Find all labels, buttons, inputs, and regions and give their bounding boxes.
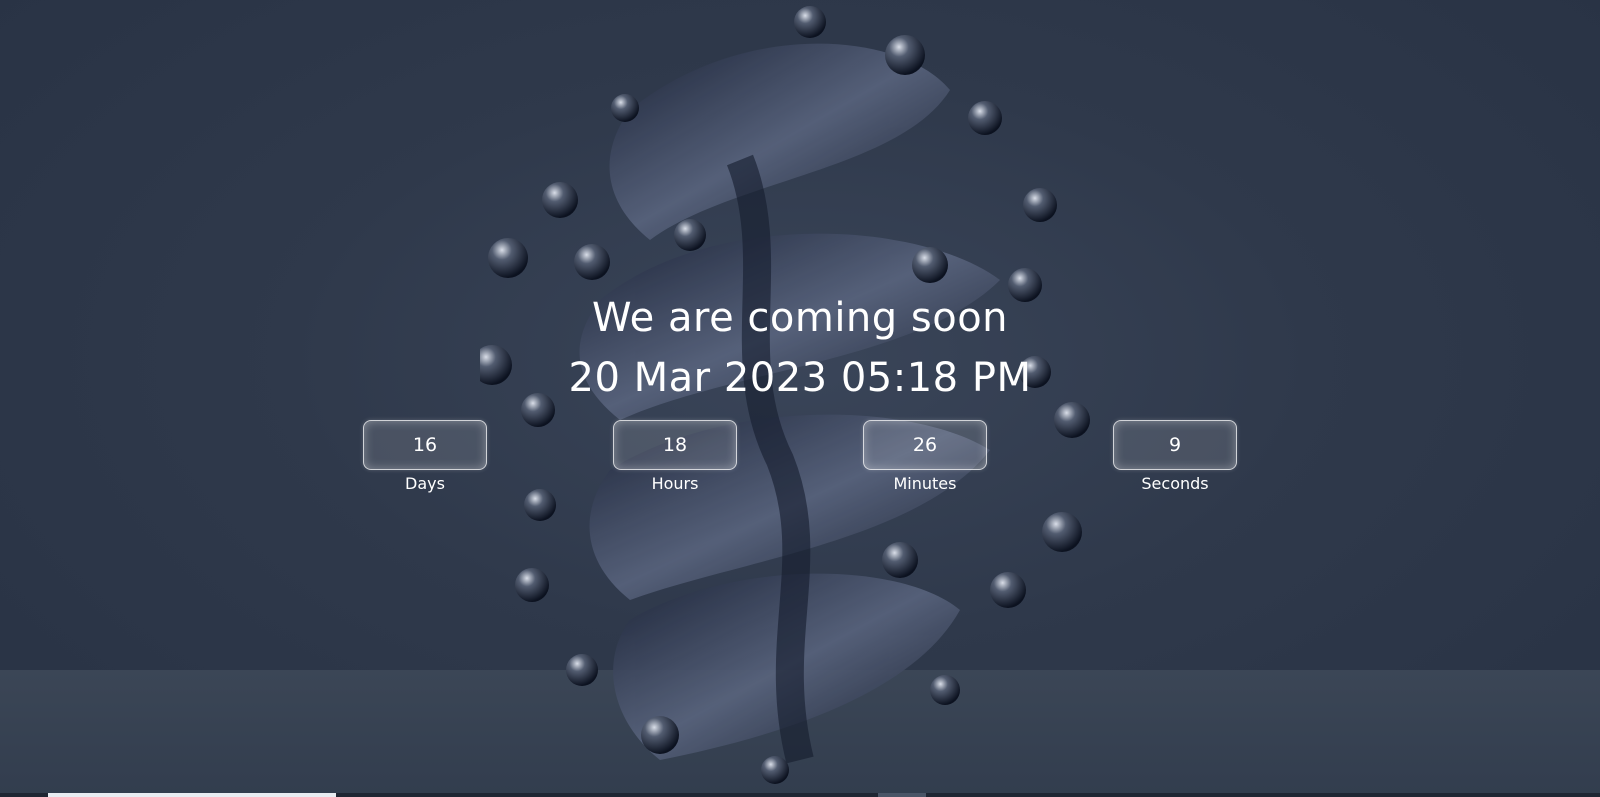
countdown-minutes-value: 26: [863, 420, 987, 470]
countdown-days-label: Days: [405, 474, 445, 493]
countdown-seconds: 9 Seconds: [1113, 420, 1237, 493]
page-progress-bar: [0, 793, 1600, 797]
countdown-hours-label: Hours: [651, 474, 699, 493]
countdown-timer: 16 Days 18 Hours 26 Minutes 9 Seconds: [0, 420, 1600, 500]
countdown-days: 16 Days: [363, 420, 487, 493]
page-progress-marker: [878, 793, 926, 797]
hero-section: We are coming soon 20 Mar 2023 05:18 PM: [0, 288, 1600, 408]
countdown-minutes: 26 Minutes: [863, 420, 987, 493]
page-progress-fill: [48, 793, 336, 797]
countdown-seconds-label: Seconds: [1141, 474, 1209, 493]
page-title: We are coming soon: [591, 295, 1009, 341]
countdown-minutes-label: Minutes: [893, 474, 957, 493]
countdown-seconds-value: 9: [1113, 420, 1237, 470]
launch-datetime: 20 Mar 2023 05:18 PM: [568, 355, 1032, 401]
countdown-hours-value: 18: [613, 420, 737, 470]
countdown-hours: 18 Hours: [613, 420, 737, 493]
countdown-days-value: 16: [363, 420, 487, 470]
